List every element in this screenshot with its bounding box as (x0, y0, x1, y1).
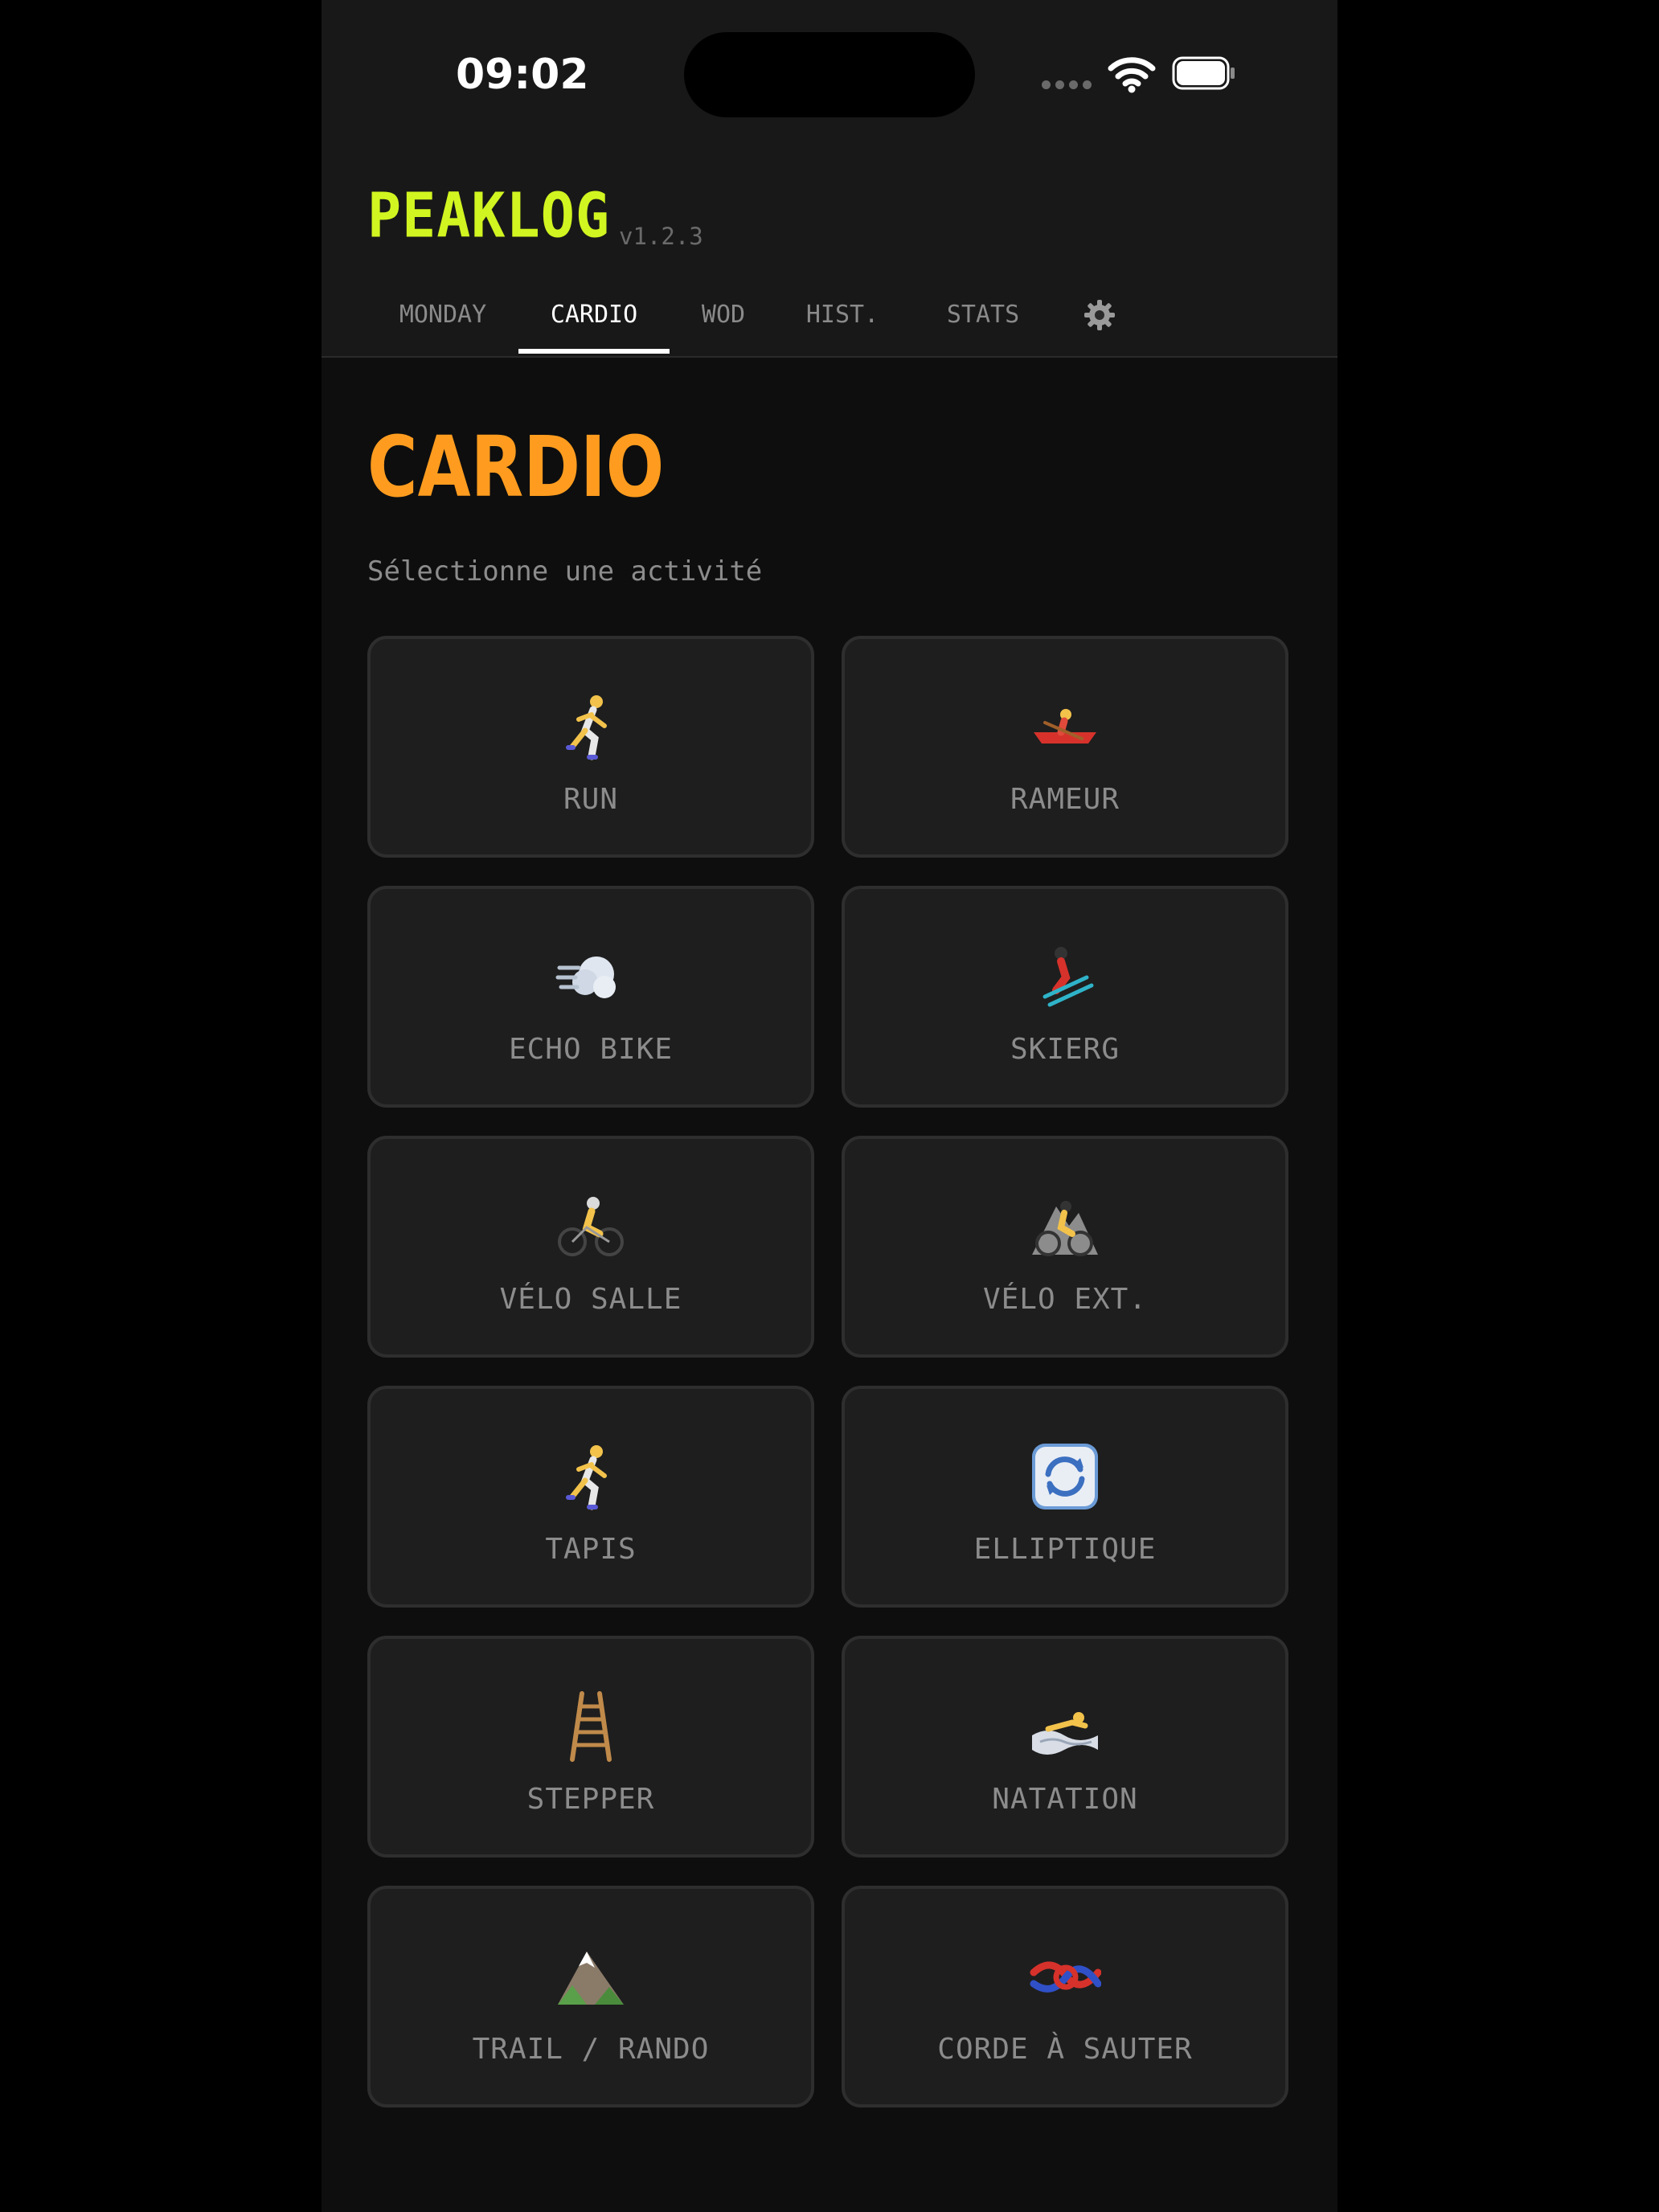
dynamic-island (684, 32, 975, 117)
activity-card-echo-bike[interactable]: ECHO BIKE (367, 886, 814, 1108)
activity-card-rameur[interactable]: RAMEUR (842, 636, 1288, 858)
rowboat-icon (845, 690, 1285, 763)
activity-label: ELLIPTIQUE (973, 1533, 1157, 1566)
activity-label: SKIERG (1010, 1033, 1120, 1066)
runner-icon (371, 1440, 811, 1513)
status-time: 09:02 (456, 51, 589, 99)
tab-stats[interactable]: STATS (939, 281, 1027, 354)
app-version: v1.2.3 (619, 223, 703, 250)
tab-history[interactable]: HIST. (794, 281, 891, 354)
activity-card-tapis[interactable]: TAPIS (367, 1386, 814, 1608)
runner-icon (371, 690, 811, 763)
tab-divider (322, 356, 1337, 358)
gear-icon[interactable] (1083, 299, 1116, 331)
activity-card-stepper[interactable]: STEPPER (367, 1636, 814, 1858)
wifi-icon (1108, 55, 1156, 93)
app-logo: PEAKLOG (367, 179, 611, 252)
tab-wod[interactable]: WOD (691, 281, 756, 354)
activity-label: ECHO BIKE (508, 1033, 674, 1066)
activity-card-skierg[interactable]: SKIERG (842, 886, 1288, 1108)
tab-bar: MONDAY CARDIO WOD HIST. STATS (322, 281, 1337, 356)
activity-card-velo-salle[interactable]: VÉLO SALLE (367, 1136, 814, 1358)
app-header: 09:02 PEAKLOG v1.2.3 MONDAY CARDIO WOD H… (322, 0, 1337, 356)
activity-label: RUN (563, 783, 619, 816)
phone-screen: 09:02 PEAKLOG v1.2.3 MONDAY CARDIO WOD H… (322, 0, 1337, 2212)
activity-card-elliptique[interactable]: ELLIPTIQUE (842, 1386, 1288, 1608)
skier-icon (845, 940, 1285, 1013)
activity-label: CORDE À SAUTER (937, 2033, 1193, 2066)
cellular-signal-icon (1042, 80, 1093, 90)
tab-cardio[interactable]: CARDIO (518, 281, 670, 354)
mountain-icon (371, 1940, 811, 2013)
mountain-biker-icon (845, 1190, 1285, 1263)
activity-label: TAPIS (545, 1533, 637, 1566)
knot-icon (845, 1940, 1285, 2013)
cyclist-icon (371, 1190, 811, 1263)
tab-monday[interactable]: MONDAY (391, 281, 495, 354)
activity-card-trail-rando[interactable]: TRAIL / RANDO (367, 1886, 814, 2108)
activity-label: VÉLO EXT. (982, 1283, 1148, 1316)
activity-label: VÉLO SALLE (499, 1283, 682, 1316)
activity-card-corde-a-sauter[interactable]: CORDE À SAUTER (842, 1886, 1288, 2108)
page-title: CARDIO (367, 418, 665, 516)
ladder-icon (371, 1690, 811, 1763)
activity-label: TRAIL / RANDO (472, 2033, 710, 2066)
refresh-icon (845, 1440, 1285, 1513)
activity-label: STEPPER (526, 1783, 655, 1816)
activity-card-run[interactable]: RUN (367, 636, 814, 858)
swimmer-icon (845, 1690, 1285, 1763)
activity-card-velo-ext[interactable]: VÉLO EXT. (842, 1136, 1288, 1358)
activity-label: NATATION (992, 1783, 1138, 1816)
wind-icon (371, 940, 811, 1013)
activity-label: RAMEUR (1010, 783, 1120, 816)
activity-card-natation[interactable]: NATATION (842, 1636, 1288, 1858)
battery-icon (1172, 56, 1236, 90)
page-subtitle: Sélectionne une activité (367, 555, 763, 588)
